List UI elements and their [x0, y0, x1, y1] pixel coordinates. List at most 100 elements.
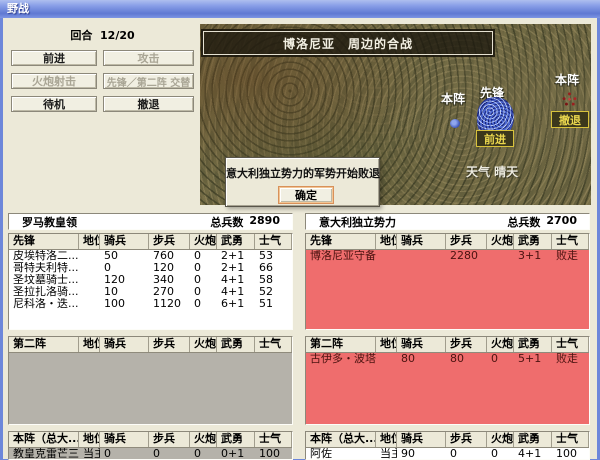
table-header: 本阵（总大... 地位 骑兵 步兵 火炮 武勇 士气	[9, 432, 292, 448]
table-header: 本阵（总大... 地位 骑兵 步兵 火炮 武勇 士气	[306, 432, 589, 448]
unit-row: 圣拉扎洛骑... 10 270 0 4+1 52	[9, 286, 292, 298]
unit-morale: 53	[255, 250, 292, 262]
column-infantry: 步兵	[446, 432, 487, 447]
column-morale: 士气	[552, 234, 589, 249]
left-second-line-table: 第二阵 地位 骑兵 步兵 火炮 武勇 士气	[8, 336, 293, 425]
table-body: 阿佐 当主 90 0 0 4+1 100	[306, 448, 589, 460]
unit-infantry: 120	[149, 262, 190, 274]
unit-valor: 5+1	[514, 353, 552, 365]
unit-valor: 6+1	[217, 298, 255, 310]
window-titlebar[interactable]: 野战	[0, 0, 600, 18]
left-total-label: 总兵数	[210, 214, 243, 230]
column-infantry: 步兵	[149, 234, 190, 249]
unit-cavalry: 50	[100, 250, 149, 262]
section-title: 本阵（总大...	[9, 432, 79, 447]
section-title: 先锋	[9, 234, 79, 249]
table-header: 第二阵 地位 骑兵 步兵 火炮 武勇 士气	[9, 337, 292, 353]
column-cavalry: 骑兵	[397, 432, 446, 447]
retreat-button[interactable]: 撤退	[103, 96, 194, 112]
unit-artillery: 0	[190, 286, 217, 298]
unit-name: 博洛尼亚守备兵	[306, 250, 376, 262]
unit-cavalry: 80	[397, 353, 446, 365]
unit-infantry: 2280	[446, 250, 487, 262]
unit-row: 圣坟墓骑士... 120 340 0 4+1 58	[9, 274, 292, 286]
section-title: 第二阵	[9, 337, 79, 352]
right-vanguard-table: 先锋 地位 骑兵 步兵 火炮 武勇 士气 博洛尼亚守备兵 2280 3+1 败走	[305, 233, 590, 330]
column-infantry: 步兵	[446, 234, 487, 249]
enemy-order-badge: 撤退	[551, 111, 589, 128]
unit-rank	[376, 250, 397, 262]
unit-row: 教皇克雷芒三世 当主 0 0 0 0+1 100	[9, 448, 292, 460]
column-rank: 地位	[79, 337, 100, 352]
column-valor: 武勇	[514, 337, 552, 352]
right-camp-table: 本阵（总大... 地位 骑兵 步兵 火炮 武勇 士气 阿佐 当主 90 0 0 …	[305, 431, 590, 460]
right-faction-bar: 意大利独立势力 总兵数 2700	[305, 213, 590, 230]
table-body: 博洛尼亚守备兵 2280 3+1 败走	[306, 250, 589, 329]
column-valor: 武勇	[217, 337, 255, 352]
unit-cavalry: 120	[100, 274, 149, 286]
unit-artillery: 0	[190, 262, 217, 274]
column-valor: 武勇	[514, 432, 552, 447]
unit-cavalry: 10	[100, 286, 149, 298]
unit-name: 教皇克雷芒三世	[9, 448, 79, 460]
advance-button[interactable]: 前进	[11, 50, 97, 66]
unit-valor: 2+1	[217, 250, 255, 262]
unit-rank	[79, 262, 100, 274]
column-cavalry: 骑兵	[397, 337, 446, 352]
section-title: 本阵（总大...	[306, 432, 376, 447]
ok-button[interactable]: 确定	[278, 186, 334, 204]
unit-rank	[376, 353, 397, 365]
unit-name: 古伊多・波塔洛	[306, 353, 376, 365]
artillery-fire-button[interactable]: 火炮射击	[11, 73, 97, 89]
table-body: 教皇克雷芒三世 当主 0 0 0 0+1 100	[9, 448, 292, 460]
left-total-value: 2890	[249, 214, 280, 230]
column-rank: 地位	[79, 234, 100, 249]
column-rank: 地位	[376, 337, 397, 352]
right-faction-name: 意大利独立势力	[319, 214, 396, 230]
unit-morale: 100	[552, 448, 589, 460]
unit-infantry: 340	[149, 274, 190, 286]
unit-infantry: 80	[446, 353, 487, 365]
unit-rank	[79, 274, 100, 286]
unit-cavalry: 0	[100, 448, 149, 460]
unit-artillery: 0	[487, 353, 514, 365]
right-total-label: 总兵数	[507, 214, 540, 230]
column-rank: 地位	[79, 432, 100, 447]
unit-infantry: 0	[149, 448, 190, 460]
unit-morale: 58	[255, 274, 292, 286]
section-title: 先锋	[306, 234, 376, 249]
unit-name: 哥特夫利特...	[9, 262, 79, 274]
unit-name: 尼科洛・迭...	[9, 298, 79, 310]
unit-morale: 52	[255, 286, 292, 298]
turn-counter: 回合 12/20	[11, 27, 194, 43]
turn-label: 回合	[70, 29, 92, 42]
column-morale: 士气	[552, 337, 589, 352]
enemy-camp-label: 本阵	[555, 71, 579, 88]
column-cavalry: 骑兵	[100, 234, 149, 249]
unit-name: 圣坟墓骑士...	[9, 274, 79, 286]
unit-cavalry	[397, 250, 446, 262]
window-title: 野战	[7, 2, 29, 15]
enemy-camp-marker	[561, 91, 578, 107]
battle-title: 博洛尼亚 周边的合战	[283, 35, 413, 52]
unit-artillery: 0	[190, 250, 217, 262]
column-valor: 武勇	[217, 234, 255, 249]
attack-button[interactable]: 攻击	[103, 50, 194, 66]
column-rank: 地位	[376, 432, 397, 447]
table-body	[9, 353, 292, 424]
unit-row: 尼科洛・迭... 100 1120 0 6+1 51	[9, 298, 292, 310]
column-cavalry: 骑兵	[100, 432, 149, 447]
dialog-message: 意大利独立势力的军势开始败退	[226, 165, 379, 181]
unit-valor: 0+1	[217, 448, 255, 460]
ally-order-badge: 前进	[476, 130, 514, 147]
standby-button[interactable]: 待机	[11, 96, 97, 112]
unit-morale: 66	[255, 262, 292, 274]
swap-lines-button[interactable]: 先锋／第二阵 交替	[103, 73, 194, 89]
unit-row: 博洛尼亚守备兵 2280 3+1 败走	[306, 250, 589, 262]
unit-cavalry: 90	[397, 448, 446, 460]
unit-artillery	[487, 250, 514, 262]
unit-rank: 当主	[79, 448, 100, 460]
table-header: 先锋 地位 骑兵 步兵 火炮 武勇 士气	[306, 234, 589, 250]
message-dialog: 意大利独立势力的军势开始败退 确定	[225, 157, 380, 207]
unit-row: 阿佐 当主 90 0 0 4+1 100	[306, 448, 589, 460]
